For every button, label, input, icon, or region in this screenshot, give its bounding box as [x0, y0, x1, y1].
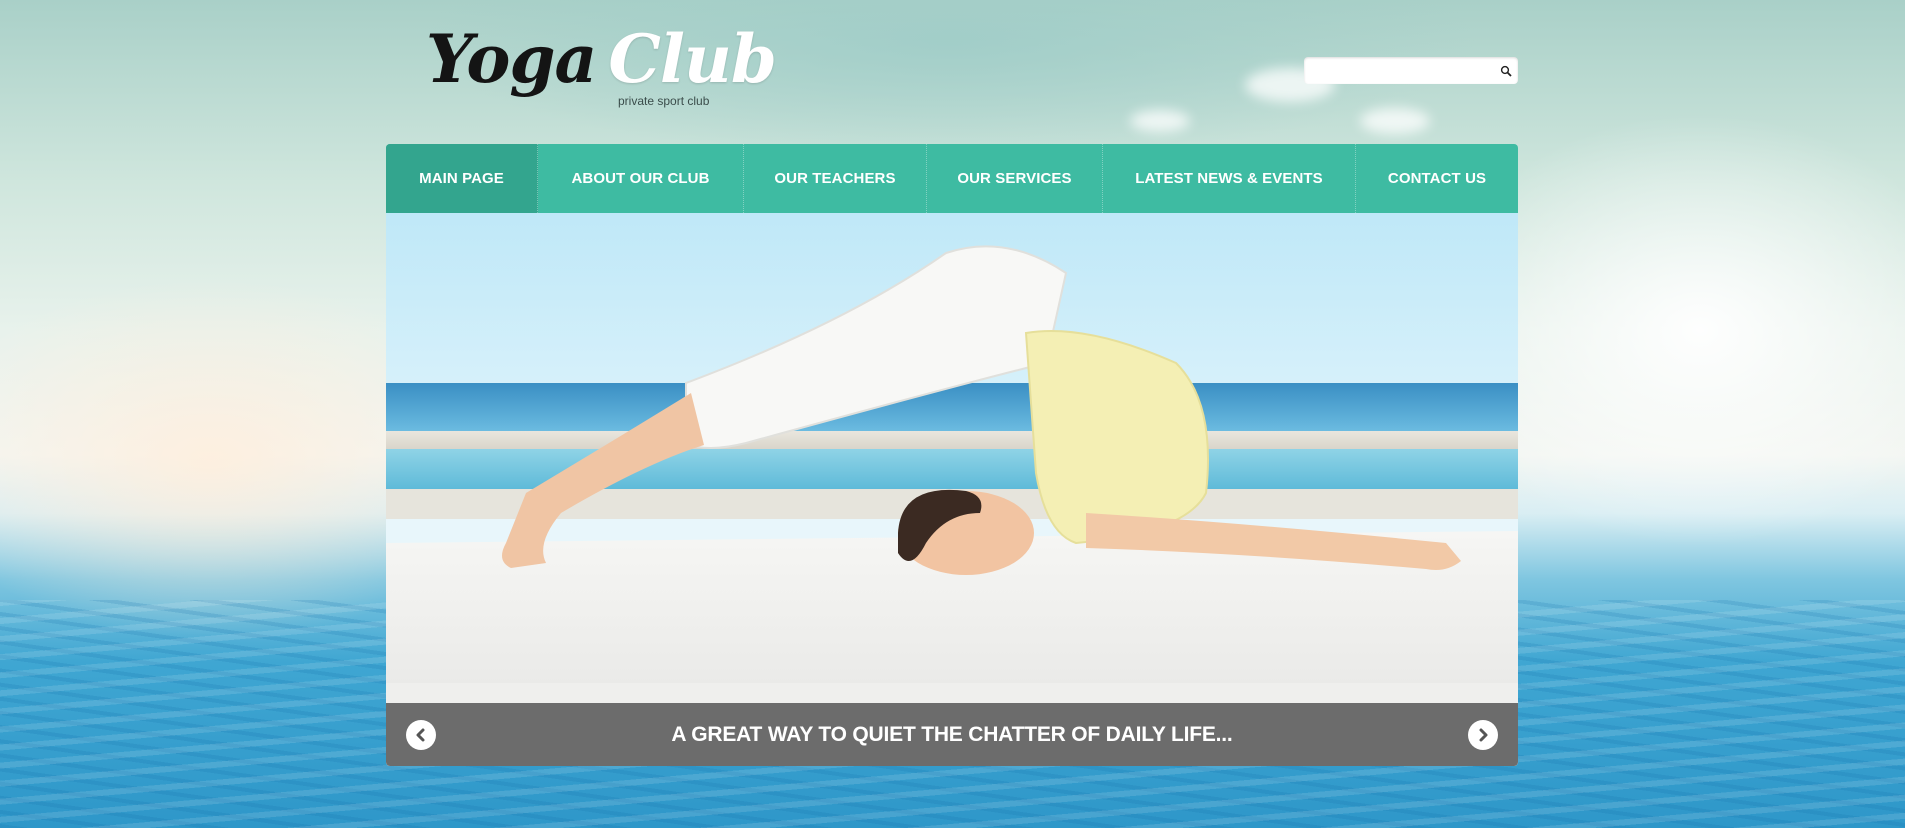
slider-caption: A GREAT WAY TO QUIET THE CHATTER OF DAIL… — [671, 722, 1233, 746]
page-container: Yoga Club private sport club MAIN PAGE AB… — [386, 0, 1518, 828]
nav-item-latest-news-events[interactable]: LATEST NEWS & EVENTS — [1103, 144, 1356, 213]
hero-slider: A GREAT WAY TO QUIET THE CHATTER OF DAIL… — [386, 213, 1518, 766]
search-box — [1304, 57, 1518, 84]
nav-item-main-page[interactable]: MAIN PAGE — [386, 144, 538, 213]
logo-tagline: private sport club — [618, 94, 710, 108]
nav-item-contact-us[interactable]: CONTACT US — [1356, 144, 1518, 213]
chevron-right-icon[interactable] — [1468, 720, 1498, 750]
main-navigation: MAIN PAGE ABOUT OUR CLUB OUR TEACHERS OU… — [386, 144, 1518, 213]
site-logo[interactable]: Yoga Club private sport club — [426, 26, 777, 116]
nav-item-our-teachers[interactable]: OUR TEACHERS — [744, 144, 927, 213]
nav-item-our-services[interactable]: OUR SERVICES — [927, 144, 1103, 213]
nav-item-about-our-club[interactable]: ABOUT OUR CLUB — [538, 144, 744, 213]
search-input[interactable] — [1304, 57, 1494, 84]
slider-caption-bar: A GREAT WAY TO QUIET THE CHATTER OF DAIL… — [386, 703, 1518, 766]
hero-image — [386, 245, 1518, 766]
search-icon[interactable] — [1494, 57, 1518, 84]
chevron-left-icon[interactable] — [406, 720, 436, 750]
logo-word-club: Club — [608, 20, 777, 98]
logo-word-yoga: Yoga — [426, 20, 597, 98]
